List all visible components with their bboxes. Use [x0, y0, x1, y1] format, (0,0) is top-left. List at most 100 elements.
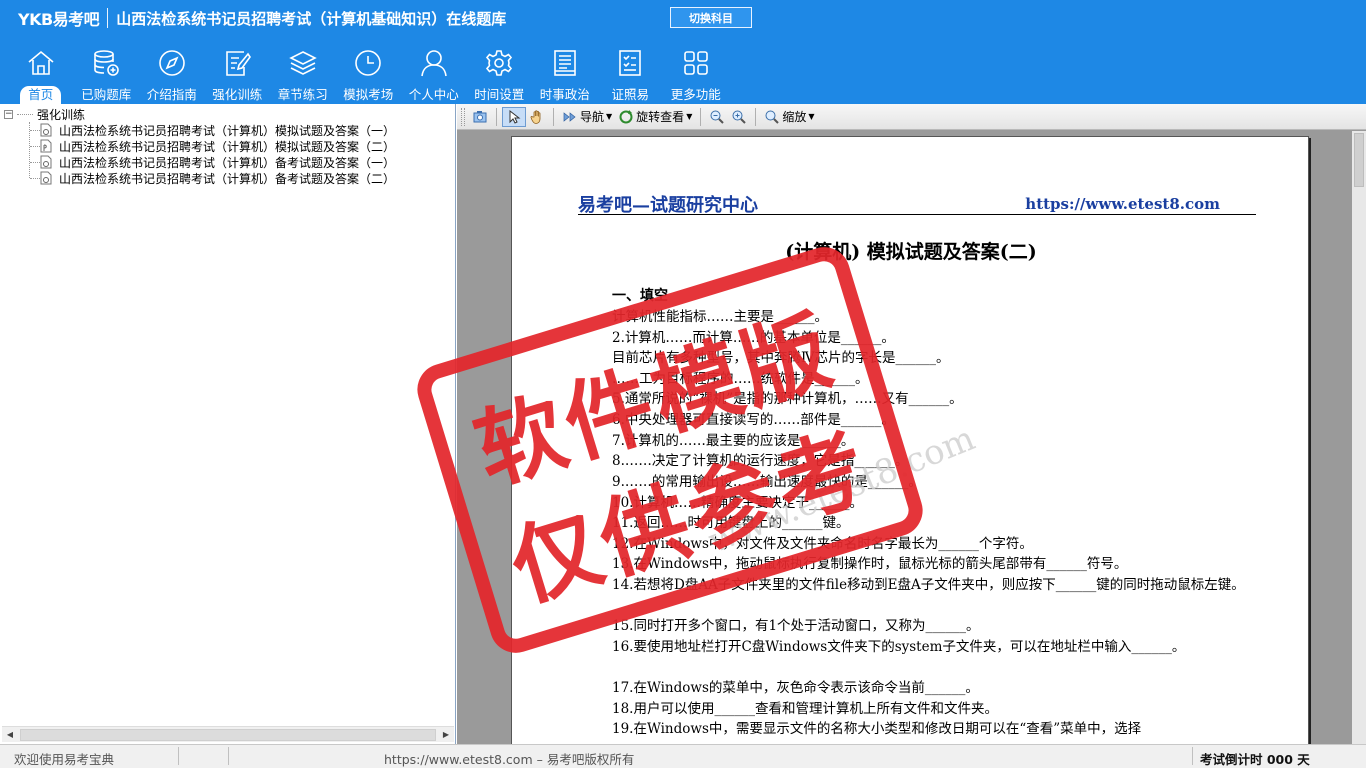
- tree-root[interactable]: − 强化训练: [4, 106, 85, 122]
- question-line: 10.计算机……精确度主要决定于______。: [612, 495, 863, 511]
- exam-doc-icon: [40, 155, 52, 169]
- app-header: YKB易考吧 山西法检系统书记员招聘考试（计算机基础知识）在线题库 切换科目 首…: [0, 0, 1366, 104]
- nav-label: 证照易: [611, 87, 649, 102]
- title-row: YKB易考吧 山西法检系统书记员招聘考试（计算机基础知识）在线题库: [0, 0, 506, 36]
- viewer-toolbar: 导航 ▼ 旋转查看 ▼ 缩放 ▼: [457, 104, 1366, 130]
- nav-certificates[interactable]: 证照易: [598, 46, 664, 104]
- compass-icon: [155, 46, 189, 80]
- scrollbar-thumb[interactable]: [20, 728, 436, 741]
- newspaper-icon: [548, 46, 582, 80]
- switch-subject-button[interactable]: 切换科目: [670, 7, 752, 28]
- status-divider: [228, 747, 229, 765]
- nav-mock-exam[interactable]: 模拟考场: [336, 46, 402, 104]
- document-header-url: https://www.etest8.com: [1025, 195, 1220, 213]
- status-bar: 欢迎使用易考宝典 https://www.etest8.com – 易考吧版权所…: [0, 744, 1366, 768]
- snapshot-icon: [473, 110, 487, 122]
- horizontal-scrollbar[interactable]: ◀ ▶: [2, 726, 454, 742]
- nav-label: 更多功能: [670, 87, 721, 102]
- tree-item[interactable]: 山西法检系统书记员招聘考试（计算机）模拟试题及答案（一）: [40, 122, 395, 138]
- question-line: ……工为目标程序的……统软件是______。: [612, 371, 869, 387]
- collapse-icon[interactable]: −: [4, 109, 13, 119]
- zoom-in-button[interactable]: [728, 107, 750, 127]
- zoom-in-icon: [732, 110, 747, 124]
- question-line: 18.用户可以使用______查看和管理计算机上所有文件和文件夹。: [612, 701, 998, 717]
- navigation-label: 导航: [580, 110, 605, 124]
- nav-label: 章节练习: [277, 87, 328, 102]
- toolbar-divider: [700, 107, 702, 126]
- tree-connector: [17, 113, 33, 115]
- caret-down-icon: ▼: [606, 112, 613, 121]
- exam-doc-icon: [40, 139, 52, 153]
- question-line: 5.通常所说的“裸机”是指的那种计算机，……又有______。: [612, 391, 963, 407]
- scroll-right-icon[interactable]: ▶: [438, 727, 454, 743]
- question-line: 14.若想将D盘AA子文件夹里的文件file移动到E盘A子文件夹中，则应按下__…: [612, 577, 1245, 593]
- zoom-out-button[interactable]: [706, 107, 728, 127]
- grid-icon: [679, 46, 713, 80]
- rotate-menu-button[interactable]: 旋转查看 ▼: [615, 107, 695, 127]
- tree-item[interactable]: 山西法检系统书记员招聘考试（计算机）模拟试题及答案（二）: [40, 138, 395, 154]
- double-arrow-icon: [563, 111, 576, 122]
- status-divider: [178, 747, 179, 765]
- tree-item-label: 山西法检系统书记员招聘考试（计算机）模拟试题及答案（二）: [59, 139, 396, 154]
- question-line: 2.计算机……而计算……的基本单位是______。: [612, 330, 895, 346]
- nav-time-settings[interactable]: 时间设置: [467, 46, 533, 104]
- tree-connector: [30, 178, 40, 179]
- home-icon: [24, 46, 58, 80]
- document-header: 易考吧—试题研究中心 https://www.etest8.com: [578, 189, 1256, 216]
- tree-root-label: 强化训练: [37, 107, 86, 122]
- tree-item[interactable]: 山西法检系统书记员招聘考试（计算机）备考试题及答案（二）: [40, 170, 395, 186]
- database-icon: [89, 46, 123, 80]
- scroll-left-icon[interactable]: ◀: [2, 727, 18, 743]
- question-line: 7.计算机的……最主要的应该是______。: [612, 433, 855, 449]
- question-line: 16.要使用地址栏打开C盘Windows文件夹下的system子文件夹，可以在地…: [612, 639, 1186, 655]
- question-line: 17.在Windows的菜单中，灰色命令表示该命令当前______。: [612, 680, 979, 696]
- document-viewer: 导航 ▼ 旋转查看 ▼ 缩放 ▼ 易考吧—试题研究中心 https://www.…: [457, 104, 1366, 756]
- nav-label: 强化训练: [212, 87, 263, 102]
- user-icon: [417, 46, 451, 80]
- tree-pane: − 强化训练 山西法检系统书记员招聘考试（计算机）模拟试题及答案（一） 山西法检…: [0, 104, 456, 744]
- nav-purchased[interactable]: 已购题库: [74, 46, 140, 104]
- status-welcome: 欢迎使用易考宝典: [14, 752, 115, 767]
- question-line: 15.同时打开多个窗口，有1个处于活动窗口，又称为______。: [612, 618, 980, 634]
- document-header-brand: 易考吧—试题研究中心: [578, 195, 758, 216]
- rotate-icon: [619, 109, 633, 123]
- hand-tool-button[interactable]: [526, 107, 548, 127]
- nav-profile[interactable]: 个人中心: [401, 46, 467, 104]
- question-line: 13.在Windows中，拖动鼠标执行复制操作时，鼠标光标的箭头尾部带有____…: [612, 556, 1128, 572]
- nav-guide[interactable]: 介绍指南: [139, 46, 205, 104]
- nav-current-affairs[interactable]: 时事政治: [532, 46, 598, 104]
- navigation-menu-button[interactable]: 导航 ▼: [559, 107, 615, 127]
- gear-icon: [482, 46, 516, 80]
- select-tool-button[interactable]: [502, 106, 526, 127]
- edit-icon: [220, 46, 254, 80]
- document-title: (计算机) 模拟试题及答案(二): [785, 241, 1037, 263]
- nav-label: 模拟考场: [343, 87, 394, 102]
- nav-training[interactable]: 强化训练: [205, 46, 271, 104]
- zoom-menu-button[interactable]: 缩放 ▼: [761, 107, 817, 127]
- question-line: 11.返回……时可用键盘上的______键。: [612, 515, 850, 531]
- nav-chapters[interactable]: 章节练习: [270, 46, 336, 104]
- rotate-label: 旋转查看: [636, 110, 685, 124]
- app-title: 山西法检系统书记员招聘考试（计算机基础知识）在线题库: [116, 9, 507, 28]
- hand-icon: [530, 109, 541, 124]
- nav-label: 时间设置: [474, 87, 525, 102]
- nav-home[interactable]: 首页: [8, 46, 74, 104]
- scrollbar-thumb[interactable]: [1354, 133, 1364, 187]
- vertical-scrollbar[interactable]: [1352, 131, 1366, 744]
- nav-label: 首页: [20, 86, 62, 104]
- tree-item[interactable]: 山西法检系统书记员招聘考试（计算机）备考试题及答案（一）: [40, 154, 395, 170]
- title-divider: [107, 8, 109, 28]
- nav-more[interactable]: 更多功能: [663, 46, 729, 104]
- question-line: 6.中央处理器可直接读写的……部件是______。: [612, 412, 895, 428]
- toolbar-divider: [755, 107, 757, 126]
- magnifier-icon: [765, 110, 780, 124]
- snapshot-button[interactable]: [469, 107, 491, 127]
- nav-label: 个人中心: [408, 87, 459, 102]
- checklist-icon: [613, 46, 647, 80]
- question-line: 9.……的常用输出设……输出速度最快的是______。: [612, 474, 922, 490]
- question-line: 计算机性能指标……主要是______。: [612, 309, 828, 325]
- zoom-out-icon: [710, 110, 725, 124]
- exam-doc-icon: [40, 171, 52, 185]
- question-line: 12.在Windows中，对文件及文件夹命名时名字最长为______个字符。: [612, 536, 1033, 552]
- main-nav: 首页 已购题库 介绍指南 强化训练 章节练习 模拟考场 个人中心 时间设置 时事…: [8, 46, 729, 104]
